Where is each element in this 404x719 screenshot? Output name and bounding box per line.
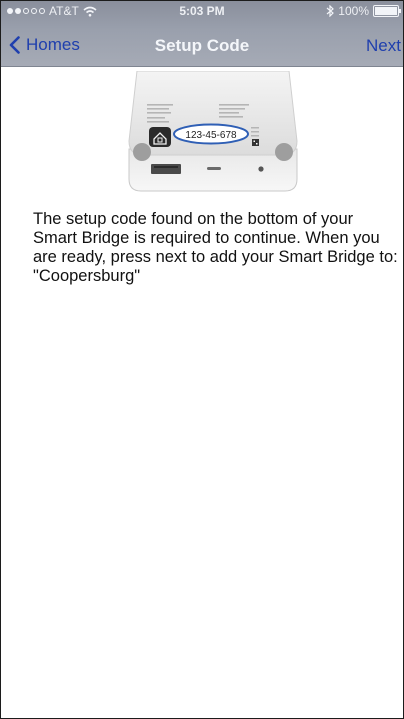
home-name: "Coopersburg" (33, 267, 141, 285)
bluetooth-icon (326, 5, 335, 17)
status-right: 100% (326, 4, 401, 18)
battery-icon (373, 5, 401, 17)
battery-percent: 100% (338, 4, 369, 18)
setup-code-text: 123-45-678 (185, 130, 237, 141)
setup-instructions: The setup code found on the bottom of yo… (33, 210, 398, 286)
app-screen: AT&T 5:03 PM 100% Homes Setup Code Next … (0, 0, 404, 719)
qr-code-icon (252, 139, 259, 146)
homekit-icon (149, 127, 171, 147)
page-title: Setup Code (154, 36, 250, 55)
header: AT&T 5:03 PM 100% Homes Setup Code Next (1, 1, 403, 67)
navigation-bar: Homes Setup Code Next (1, 21, 403, 67)
status-bar: AT&T 5:03 PM 100% (1, 1, 403, 21)
instructions-text: The setup code found on the bottom of yo… (33, 210, 398, 266)
smart-bridge-illustration: 123-45-678 (128, 71, 298, 192)
next-button[interactable]: Next (366, 36, 401, 56)
